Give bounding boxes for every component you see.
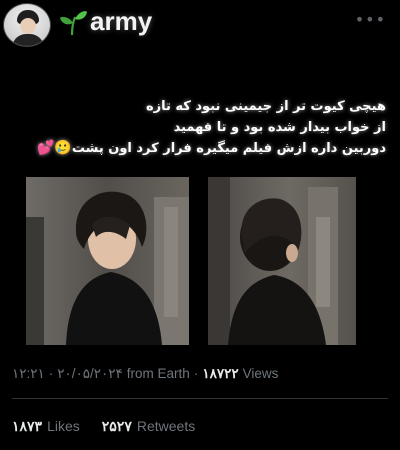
- tweet-line-1: هیچی کیوت تر از جیمینی نبود که تازه: [145, 99, 386, 114]
- tweet-text: هیچی کیوت تر از جیمینی نبود که تازه از خ…: [26, 96, 386, 159]
- tweet-time: ۱۲:۲۱: [12, 366, 45, 381]
- tweet-line-2: از خواب بیدار شده بود و تا فهمید: [173, 120, 386, 135]
- divider: [12, 398, 388, 399]
- profile-handle[interactable]: army: [58, 6, 152, 37]
- sprout-icon: [60, 10, 87, 35]
- views-label: Views: [242, 366, 279, 381]
- tweet-source[interactable]: from Earth: [127, 366, 190, 382]
- tweet-line-3: دوربین داره ازش فیلم میگیره فرار کرد اون…: [26, 138, 386, 159]
- retweets-label[interactable]: Retweets: [137, 418, 195, 435]
- retweets-count[interactable]: ۲۵۲۷: [102, 418, 132, 435]
- tweet-stats: ۱۸۷۳ Likes ۲۵۲۷ Retweets: [12, 418, 195, 435]
- tweet-header: army •••: [0, 0, 400, 50]
- photo-jimin-facing-down[interactable]: [26, 177, 189, 345]
- tweet-line-3-text: دوربین داره ازش فیلم میگیره فرار کرد اون…: [71, 141, 386, 156]
- photo-jimin-turning-away[interactable]: [208, 177, 356, 345]
- avatar-body: [12, 34, 44, 46]
- tweet-media: [26, 177, 356, 345]
- likes-label[interactable]: Likes: [47, 418, 80, 435]
- meta-separator-2: ·: [193, 366, 199, 381]
- stats-spacer: [85, 418, 97, 435]
- avatar[interactable]: [3, 3, 51, 47]
- meta-separator: ·: [48, 366, 54, 381]
- more-dots-icon[interactable]: •••: [355, 10, 386, 29]
- avatar-face: [20, 18, 36, 34]
- photo-left-art: [26, 177, 189, 345]
- handle-text: army: [90, 6, 153, 36]
- smile-tear-emoji: 🥲: [54, 140, 72, 156]
- views-count: ۱۸۷۲۲: [202, 366, 239, 381]
- tweet-meta: ۱۲:۲۱ · ۲۰/۰۵/۲۰۲۴ from Earth · ۱۸۷۲۲ Vi…: [12, 366, 278, 382]
- photo-right-art: [208, 177, 356, 345]
- tweet-date: ۲۰/۰۵/۲۰۲۴: [57, 366, 123, 381]
- likes-count[interactable]: ۱۸۷۳: [12, 418, 42, 435]
- hearts-emoji: 💕: [36, 140, 55, 156]
